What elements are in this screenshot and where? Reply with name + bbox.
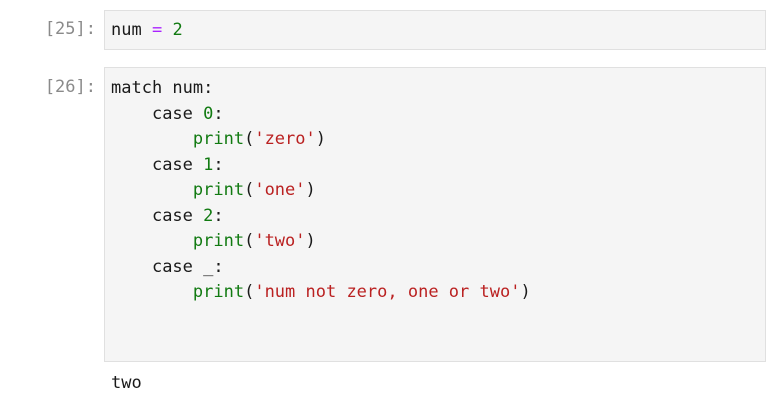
- code-line: print('one'): [111, 178, 765, 204]
- code-token-builtin: print: [192, 129, 245, 149]
- code-token-plain: num: [111, 20, 152, 40]
- code-token-kw: case: [151, 256, 193, 277]
- code-token-num: 1: [203, 154, 214, 175]
- code-token-plain: ): [305, 180, 316, 200]
- code-input-area[interactable]: match num: case 0: print('zero') case 1:…: [104, 67, 766, 362]
- notebook-cell-26: [26]: match num: case 0: print('zero') c…: [0, 67, 784, 397]
- code-token-plain: :: [213, 205, 224, 226]
- code-token-str: 'one': [254, 180, 306, 200]
- code-token-plain: ): [520, 282, 531, 302]
- code-line: match num:: [111, 76, 765, 102]
- code-line: print('two'): [111, 229, 765, 255]
- code-line: case _:: [111, 255, 765, 281]
- notebook-cell-25: [25]: num = 2: [0, 10, 784, 50]
- code-input-area[interactable]: num = 2: [104, 10, 766, 50]
- code-token-kw: match: [111, 78, 163, 98]
- code-token-plain: ): [315, 129, 326, 149]
- cell-output: two: [111, 373, 142, 393]
- code-line: case 1:: [111, 153, 765, 179]
- code-token-kw: case: [151, 154, 193, 175]
- code-token-builtin: print: [192, 282, 245, 302]
- code-token-plain: :: [213, 154, 224, 175]
- cell-prompt: [26]:: [44, 77, 96, 97]
- code-token-kw: case: [151, 205, 193, 226]
- code-token-plain: ): [305, 231, 316, 251]
- code-token-builtin: print: [192, 231, 245, 251]
- code-editor[interactable]: match num: case 0: print('zero') case 1:…: [105, 68, 765, 306]
- code-token-op: =: [151, 20, 163, 40]
- code-token-plain: (: [244, 282, 255, 302]
- code-token-num: 0: [203, 103, 214, 124]
- code-token-plain: num:: [162, 78, 214, 98]
- code-token-str: 'zero': [254, 129, 316, 149]
- code-line: print('zero'): [111, 127, 765, 153]
- code-line: num = 2: [111, 18, 765, 44]
- code-token-str: 'num not zero, one or two': [254, 282, 521, 302]
- cell-prompt: [25]:: [44, 19, 96, 39]
- code-token-plain: :: [213, 103, 224, 124]
- code-token-kw: case: [151, 103, 193, 124]
- code-token-str: 'two': [254, 231, 306, 251]
- code-token-num: 2: [203, 205, 214, 226]
- code-line: case 0:: [111, 102, 765, 128]
- code-editor[interactable]: num = 2: [105, 11, 765, 44]
- code-token-plain: _:: [192, 256, 224, 277]
- code-line: print('num not zero, one or two'): [111, 280, 765, 306]
- code-token-num: 2: [172, 20, 183, 40]
- code-token-builtin: print: [192, 180, 245, 200]
- code-token-plain: (: [244, 129, 255, 149]
- code-token-plain: (: [244, 180, 255, 200]
- code-line: case 2:: [111, 204, 765, 230]
- code-token-plain: (: [244, 231, 255, 251]
